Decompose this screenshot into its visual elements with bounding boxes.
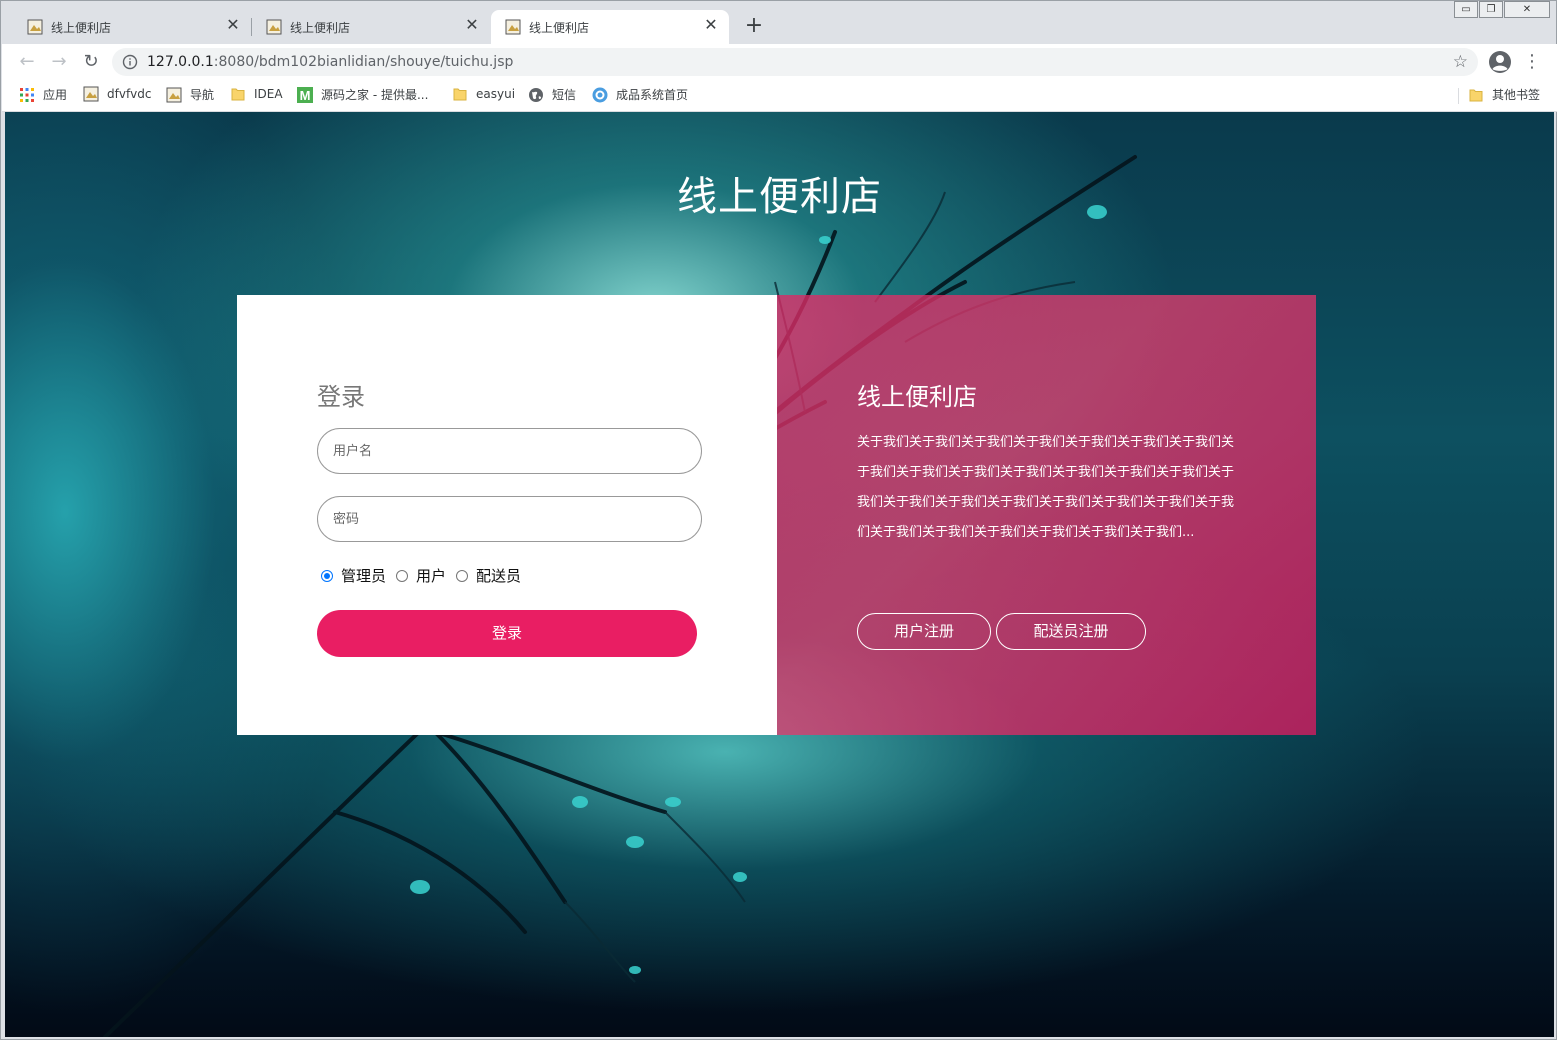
close-tab-icon[interactable]: ✕	[701, 15, 721, 35]
close-tab-icon[interactable]: ✕	[462, 15, 482, 35]
page-title: 线上便利店	[677, 174, 882, 220]
page-image-icon	[505, 19, 521, 35]
globe-icon	[529, 87, 543, 102]
bookmarks-divider	[1458, 88, 1459, 104]
page-image-icon	[266, 19, 282, 35]
folder-icon	[1469, 89, 1483, 101]
minimize-button[interactable]: ▭	[1454, 1, 1478, 18]
bookmark-idea[interactable]: IDEA	[230, 86, 283, 104]
login-heading: 登录	[317, 383, 365, 411]
blue-badge-icon	[592, 87, 608, 102]
tab-title: 线上便利店	[51, 21, 112, 35]
svg-text:M: M	[300, 88, 311, 103]
kebab-menu-icon[interactable]: ⋮	[1522, 50, 1542, 74]
info-icon[interactable]	[122, 54, 138, 70]
page-viewport: 线上便利店 登录 管理员 用户 配送员 登录 线上便利店 关于我们关于我们关于我…	[5, 112, 1554, 1037]
role-courier-option[interactable]: 配送员	[456, 565, 521, 586]
bookmark-system-home[interactable]: 成品系统首页	[592, 86, 688, 104]
close-tab-icon[interactable]: ✕	[223, 15, 243, 35]
role-courier-radio[interactable]	[456, 569, 469, 582]
page-image-icon	[83, 86, 99, 102]
password-input[interactable]	[317, 496, 702, 542]
user-register-button[interactable]: 用户注册	[857, 613, 991, 650]
username-input[interactable]	[317, 428, 702, 474]
tab-title: 线上便利店	[290, 21, 351, 35]
page-image-icon	[166, 87, 182, 102]
back-icon[interactable]: ←	[15, 50, 39, 74]
bookmark-yuanma[interactable]: M 源码之家 - 提供最...	[297, 86, 428, 104]
about-text: 关于我们关于我们关于我们关于我们关于我们关于我们关于我们关于我们关于我们关于我们…	[857, 435, 1235, 540]
role-user-option[interactable]: 用户	[396, 565, 446, 586]
bookmark-sms[interactable]: 短信	[528, 86, 576, 104]
role-radio-group: 管理员 用户 配送员	[321, 565, 531, 586]
login-button[interactable]: 登录	[317, 610, 697, 657]
bookmark-other[interactable]: 其他书签	[1468, 86, 1540, 104]
about-panel: 线上便利店 关于我们关于我们关于我们关于我们关于我们关于我们关于我们关于我们关于…	[777, 295, 1316, 735]
role-admin-label: 管理员	[341, 567, 387, 585]
folder-icon	[231, 88, 245, 101]
tab-strip: 线上便利店 ✕ 线上便利店 ✕ 线上便利店 ✕ + ▭ ❐ ✕	[1, 1, 1556, 44]
role-admin-radio[interactable]	[321, 569, 333, 582]
browser-window: 线上便利店 ✕ 线上便利店 ✕ 线上便利店 ✕ + ▭ ❐ ✕ ← → ↻ 12…	[0, 0, 1557, 1040]
profile-avatar-icon[interactable]	[1488, 50, 1512, 74]
tab-title: 线上便利店	[529, 21, 590, 35]
address-bar[interactable]: 127.0.0.1:8080/bdm102bianlidian/shouye/t…	[112, 48, 1478, 76]
reload-icon[interactable]: ↻	[79, 50, 103, 74]
apps-grid-icon	[20, 87, 34, 102]
window-controls: ▭ ❐ ✕	[1453, 1, 1550, 21]
m-logo-icon: M	[297, 86, 313, 103]
tab-2[interactable]: 线上便利店 ✕	[252, 10, 490, 44]
url-text: 127.0.0.1:8080/bdm102bianlidian/shouye/t…	[147, 54, 514, 70]
bookmarks-bar: 应用 dfvfvdc 导航 IDEA M 源码之家 - 提供最... easyui…	[2, 80, 1557, 112]
tab-1[interactable]: 线上便利店 ✕	[13, 10, 251, 44]
page-image-icon	[27, 19, 43, 35]
courier-register-button[interactable]: 配送员注册	[996, 613, 1146, 650]
new-tab-button[interactable]: +	[741, 13, 767, 39]
bookmark-dfvfvdc[interactable]: dfvfvdc	[83, 86, 151, 104]
login-panel: 登录 管理员 用户 配送员 登录	[237, 295, 777, 735]
role-user-radio[interactable]	[396, 569, 409, 582]
about-title: 线上便利店	[857, 383, 977, 411]
folder-icon	[453, 88, 467, 101]
bookmark-apps[interactable]: 应用	[19, 86, 67, 104]
close-window-button[interactable]: ✕	[1504, 1, 1550, 18]
role-admin-option[interactable]: 管理员	[321, 565, 386, 586]
bookmark-nav[interactable]: 导航	[166, 86, 214, 104]
role-user-label: 用户	[416, 567, 447, 585]
bookmark-star-icon[interactable]: ☆	[1453, 52, 1468, 72]
browser-toolbar: ← → ↻ 127.0.0.1:8080/bdm102bianlidian/sh…	[2, 44, 1557, 80]
restore-button[interactable]: ❐	[1479, 1, 1503, 18]
role-courier-label: 配送员	[476, 567, 522, 585]
forward-icon[interactable]: →	[47, 50, 71, 74]
bookmark-easyui[interactable]: easyui	[452, 86, 515, 104]
tab-3-active[interactable]: 线上便利店 ✕	[491, 10, 729, 44]
